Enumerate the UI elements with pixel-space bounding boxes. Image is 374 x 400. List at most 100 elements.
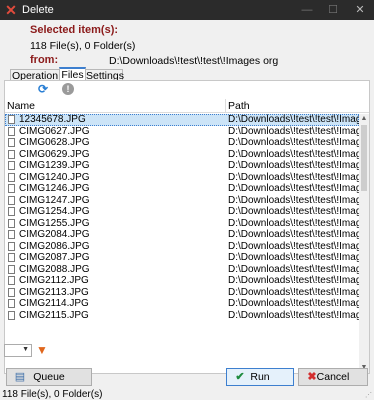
file-name: CIMG2087.JPG [19,252,90,263]
file-icon [8,184,15,193]
file-name: CIMG1247.JPG [19,194,90,206]
file-table: Name Path 12345678.JPG D:\Downloads\!test… [5,99,369,373]
selected-items-label: Selected item(s): [30,24,119,36]
file-icon [8,264,15,274]
file-icon [8,207,15,216]
file-name: CIMG2084.JPG [19,229,90,240]
file-icon [8,138,15,147]
file-path: D:\Downloads\!test\!test\!Images org [228,298,369,309]
file-path: D:\Downloads\!test\!test\!Images org [228,137,369,148]
queue-button-label: Queue [33,371,65,383]
maximize-button[interactable]: ☐ [319,0,347,20]
scroll-up-arrow-icon[interactable]: ▲ [359,114,369,124]
file-icon [8,126,15,136]
file-name: CIMG2114.JPG [19,298,89,309]
from-path: D:\Downloads\!test\!test\!Images org [109,55,279,67]
file-name: CIMG2088.JPG [19,263,90,275]
table-row[interactable]: CIMG2088.JPG D:\Downloads\!test\!test\!Im… [5,263,369,276]
table-row[interactable]: CIMG1254.JPG D:\Downloads\!test\!test\!Im… [5,206,369,218]
file-name: CIMG1255.JPG [19,217,90,229]
file-icon [8,172,15,182]
resize-grip-icon[interactable]: ⋰ [365,392,373,400]
table-row[interactable]: 12345678.JPG D:\Downloads\!test\!test\!Im… [5,114,369,126]
column-divider[interactable] [225,99,226,113]
queue-icon: ▤ [14,371,26,383]
table-row[interactable]: CIMG2112.JPG D:\Downloads\!test\!test\!Im… [5,275,369,287]
file-name: CIMG0627.JPG [19,125,90,137]
file-icon [8,287,15,297]
info-icon[interactable]: ! [62,83,74,95]
selected-items-count: 118 File(s), 0 Folder(s) [30,40,136,52]
file-path: D:\Downloads\!test\!test\!Images org [228,194,369,206]
cancel-button-label: Cancel [316,371,350,383]
file-path: D:\Downloads\!test\!test\!Images org [228,309,369,321]
file-name: CIMG2112.JPG [19,275,89,286]
file-path: D:\Downloads\!test\!test\!Images org [228,183,369,194]
files-panel: ⟳ ! Name Path 12345678.JPG D:\Downloads\!… [4,80,370,374]
file-icon [8,276,15,285]
column-header-name[interactable]: Name [7,100,35,112]
file-name: CIMG2086.JPG [19,240,90,252]
status-text: 118 File(s), 0 Folder(s) [2,389,103,400]
scroll-thumb[interactable] [361,125,367,191]
table-row[interactable]: CIMG2087.JPG D:\Downloads\!test\!test\!Im… [5,252,369,264]
file-path: D:\Downloads\!test\!test\!Images org [228,240,369,252]
files-toolbar: ⟳ ! [5,81,369,99]
table-row[interactable]: CIMG2114.JPG D:\Downloads\!test\!test\!Im… [5,298,369,310]
funnel-icon[interactable]: ▼ [36,344,48,357]
queue-button[interactable]: ▤ Queue [6,368,92,386]
table-header: Name Path [5,99,369,113]
file-icon [8,149,15,159]
checkmark-icon: ✔ [235,371,245,383]
cancel-button[interactable]: ✖ Cancel [298,368,368,386]
table-row[interactable]: CIMG0627.JPG D:\Downloads\!test\!test\!Im… [5,125,369,138]
file-path: D:\Downloads\!test\!test\!Images org [228,217,369,229]
file-icon [8,218,15,228]
table-row[interactable]: CIMG2086.JPG D:\Downloads\!test\!test\!Im… [5,240,369,253]
file-name: CIMG1239.JPG [19,160,90,171]
file-name: CIMG1240.JPG [19,171,90,183]
file-name: CIMG0628.JPG [19,137,90,148]
window-title: Delete [22,4,54,16]
dialog-body: Selected item(s): 118 File(s), 0 Folder(… [0,20,374,400]
column-header-path[interactable]: Path [228,100,250,112]
file-path: D:\Downloads\!test\!test\!Images org [228,125,369,137]
title-bar: ✕ Delete — ☐ ✕ [0,0,374,20]
file-icon [8,115,15,124]
file-icon [8,253,15,262]
table-row[interactable]: CIMG2115.JPG D:\Downloads\!test\!test\!Im… [5,310,369,322]
file-path: D:\Downloads\!test\!test\!Images org [228,275,369,286]
chevron-down-icon: ▼ [22,346,29,353]
file-icon [8,195,15,205]
file-path: D:\Downloads\!test\!test\!Images org [228,171,369,183]
cancel-x-icon: ✖ [307,371,317,383]
table-row[interactable]: CIMG1247.JPG D:\Downloads\!test\!test\!Im… [5,194,369,207]
run-button[interactable]: ✔ Run [226,368,294,386]
minimize-button[interactable]: — [293,0,321,20]
file-icon [8,310,15,320]
file-icon [8,241,15,251]
table-row[interactable]: CIMG0629.JPG D:\Downloads\!test\!test\!Im… [5,149,369,161]
tab-files[interactable]: Files [59,67,86,81]
refresh-icon[interactable]: ⟳ [38,83,50,95]
file-path: D:\Downloads\!test\!test\!Images org [228,148,369,160]
file-path: D:\Downloads\!test\!test\!Images org [228,252,369,263]
file-path: D:\Downloads\!test\!test\!Images org [228,286,369,298]
file-icon [8,161,15,170]
file-name: CIMG1254.JPG [19,206,90,217]
table-row[interactable]: CIMG2084.JPG D:\Downloads\!test\!test\!Im… [5,229,369,241]
file-name: 12345678.JPG [19,114,86,125]
table-row[interactable]: CIMG0628.JPG D:\Downloads\!test\!test\!Im… [5,137,369,149]
filter-dropdown[interactable]: ▼ [4,344,32,357]
table-row[interactable]: CIMG1246.JPG D:\Downloads\!test\!test\!Im… [5,183,369,195]
vertical-scrollbar[interactable]: ▲ ▼ [359,114,369,373]
file-path: D:\Downloads\!test\!test\!Images org [228,206,369,217]
close-button[interactable]: ✕ [346,0,374,20]
file-path: D:\Downloads\!test\!test\!Images org [228,263,369,275]
table-row[interactable]: CIMG1240.JPG D:\Downloads\!test\!test\!Im… [5,171,369,184]
run-button-label: Run [250,371,270,383]
table-row[interactable]: CIMG1239.JPG D:\Downloads\!test\!test\!Im… [5,160,369,172]
table-row[interactable]: CIMG2113.JPG D:\Downloads\!test\!test\!Im… [5,287,369,299]
file-path: D:\Downloads\!test\!test\!Images org [228,229,369,240]
table-row[interactable]: CIMG1255.JPG D:\Downloads\!test\!test\!Im… [5,217,369,230]
